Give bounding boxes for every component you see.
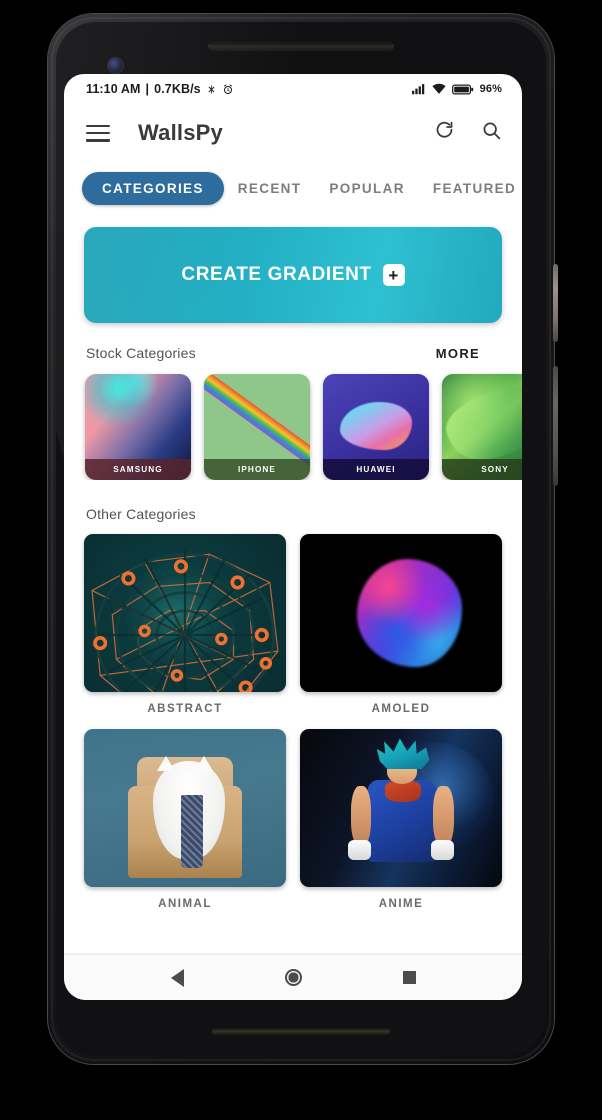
stock-categories-title: Stock Categories [86, 345, 196, 361]
stock-categories-strip[interactable]: SAMSUNG IPHONE HUAWEI SONY [64, 361, 522, 480]
bottom-speaker [212, 1028, 390, 1035]
category-label: ANIME [378, 898, 424, 910]
category-cell-animal[interactable]: ANIMAL [84, 729, 286, 910]
tab-categories[interactable]: CATEGORIES [82, 172, 224, 205]
stock-card-label: IPHONE [204, 459, 310, 480]
amoled-thumbnail [300, 534, 502, 692]
stock-card-label: SONY [442, 459, 522, 480]
toolbar-actions [434, 120, 502, 146]
battery-icon [451, 83, 474, 95]
tab-recent[interactable]: RECENT [224, 172, 316, 205]
other-categories-header: Other Categories [64, 480, 522, 522]
other-categories-grid: ABSTRACT AMOLED ANIMAL ANIME [64, 522, 522, 910]
wifi-icon [432, 83, 446, 95]
stock-card-label: HUAWEI [323, 459, 429, 480]
home-icon[interactable] [284, 969, 302, 986]
abstract-thumbnail [84, 534, 286, 692]
status-network-speed: 0.7KB/s [154, 82, 201, 96]
signal-icon [411, 83, 426, 95]
plus-icon: + [382, 264, 405, 286]
category-cell-abstract[interactable]: ABSTRACT [84, 534, 286, 715]
android-navigation-bar [64, 954, 522, 1000]
phone-screen: 11:10 AM | 0.7KB/s 96% WallsPy CATEGORIE… [64, 74, 522, 1000]
hamburger-menu-icon[interactable] [86, 124, 110, 142]
status-bar-left: 11:10 AM | 0.7KB/s [86, 82, 234, 96]
earpiece-speaker [208, 42, 394, 51]
create-gradient-button[interactable]: CREATE GRADIENT + [84, 227, 502, 323]
bluetooth-off-icon [206, 83, 217, 96]
status-bar-right: 96% [411, 83, 502, 95]
alarm-icon [222, 83, 234, 96]
front-camera [108, 58, 123, 73]
create-gradient-label: CREATE GRADIENT [181, 264, 372, 285]
stock-card-samsung[interactable]: SAMSUNG [85, 374, 191, 480]
stock-card-huawei[interactable]: HUAWEI [323, 374, 429, 480]
stock-card-label: SAMSUNG [85, 459, 191, 480]
stock-categories-header: Stock Categories MORE [64, 323, 522, 361]
stock-categories-more-button[interactable]: MORE [436, 346, 500, 361]
other-categories-title: Other Categories [86, 506, 196, 522]
volume-button[interactable] [553, 366, 558, 486]
animal-thumbnail [84, 729, 286, 887]
status-bar: 11:10 AM | 0.7KB/s 96% [64, 74, 522, 104]
category-cell-amoled[interactable]: AMOLED [300, 534, 502, 715]
app-toolbar: WallsPy [64, 104, 522, 162]
anime-thumbnail [300, 729, 502, 887]
back-icon[interactable] [170, 968, 184, 987]
search-icon[interactable] [481, 120, 502, 146]
tab-featured[interactable]: FEATURED [419, 172, 522, 205]
tab-bar: CATEGORIES RECENT POPULAR FEATURED [64, 162, 522, 213]
stock-card-iphone[interactable]: IPHONE [204, 374, 310, 480]
create-gradient-label-group: CREATE GRADIENT + [181, 264, 405, 286]
page-title: WallsPy [138, 120, 223, 145]
battery-percent: 96% [479, 83, 502, 95]
category-label: ANIMAL [158, 898, 212, 910]
tab-popular[interactable]: POPULAR [315, 172, 418, 205]
recents-icon[interactable] [402, 971, 416, 984]
category-label: AMOLED [371, 703, 431, 715]
stock-card-sony[interactable]: SONY [442, 374, 522, 480]
category-cell-anime[interactable]: ANIME [300, 729, 502, 910]
refresh-icon[interactable] [434, 120, 455, 146]
create-gradient-section: CREATE GRADIENT + [64, 213, 522, 323]
status-separator: | [145, 82, 150, 96]
category-label: ABSTRACT [147, 703, 223, 715]
status-time: 11:10 AM [86, 82, 141, 96]
power-button[interactable] [553, 264, 558, 342]
